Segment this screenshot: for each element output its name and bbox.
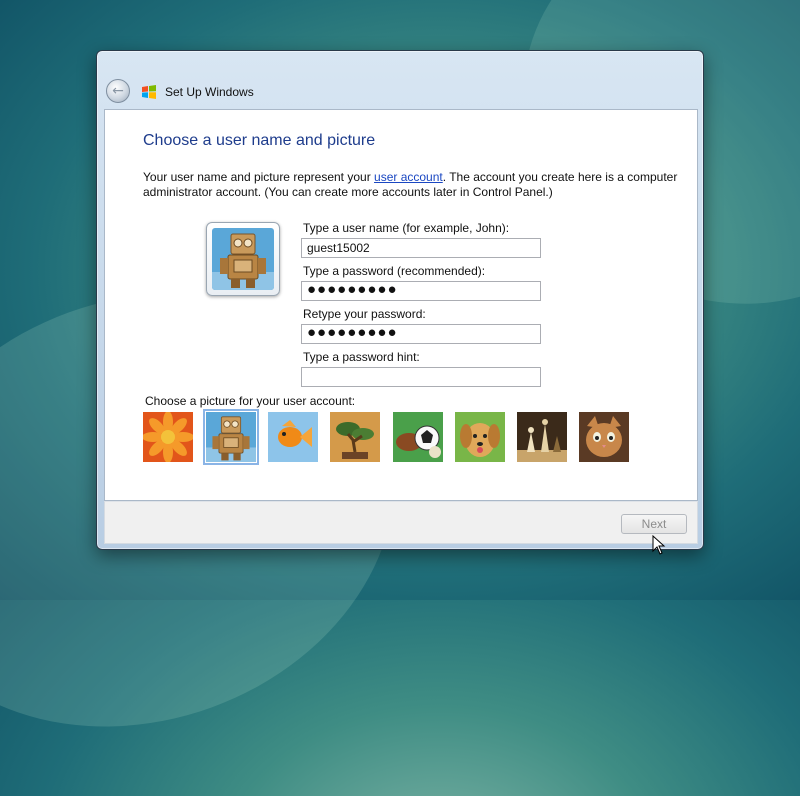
picture-thumb-puppy[interactable] [455, 412, 505, 462]
content-panel: Choose a user name and picture Your user… [104, 109, 698, 501]
back-arrow-icon[interactable]: ← [106, 79, 130, 103]
mouse-pointer-icon [652, 535, 666, 555]
title-bar: ← Set Up Windows [97, 51, 703, 109]
username-label: Type a user name (for example, John): [303, 221, 510, 235]
retype-password-label: Retype your password: [303, 307, 426, 321]
picture-thumb-kitten[interactable] [579, 412, 629, 462]
page-heading: Choose a user name and picture [143, 132, 376, 149]
picture-thumb-bonsai[interactable] [330, 412, 380, 462]
picture-thumb-robot[interactable] [203, 409, 259, 465]
current-picture-frame [206, 222, 280, 296]
footer-bar: Next [104, 501, 698, 544]
password-hint-label: Type a password hint: [303, 350, 420, 364]
user-account-link[interactable]: user account [374, 170, 443, 184]
description-text: Your user name and picture represent you… [143, 170, 375, 184]
password-label: Type a password (recommended): [303, 264, 486, 278]
retype-password-input[interactable]: ●●●●●●●●● [301, 324, 541, 344]
password-hint-input[interactable] [301, 367, 541, 387]
password-input[interactable]: ●●●●●●●●● [301, 281, 541, 301]
picture-thumb-chess[interactable] [517, 412, 567, 462]
picture-thumb-flower[interactable] [143, 412, 193, 462]
username-input[interactable]: guest15002 [301, 238, 541, 258]
robot-picture [212, 228, 274, 290]
picture-thumb-sports-balls[interactable] [393, 412, 443, 462]
picture-thumb-fish[interactable] [268, 412, 318, 462]
window-title: Set Up Windows [165, 85, 254, 99]
page-description: Your user name and picture represent you… [143, 170, 683, 200]
next-button[interactable]: Next [621, 514, 687, 534]
setup-window: ← Set Up Windows Choose a user name and … [96, 50, 704, 550]
picture-chooser-label: Choose a picture for your user account: [145, 394, 356, 408]
windows-logo-icon [142, 85, 156, 99]
